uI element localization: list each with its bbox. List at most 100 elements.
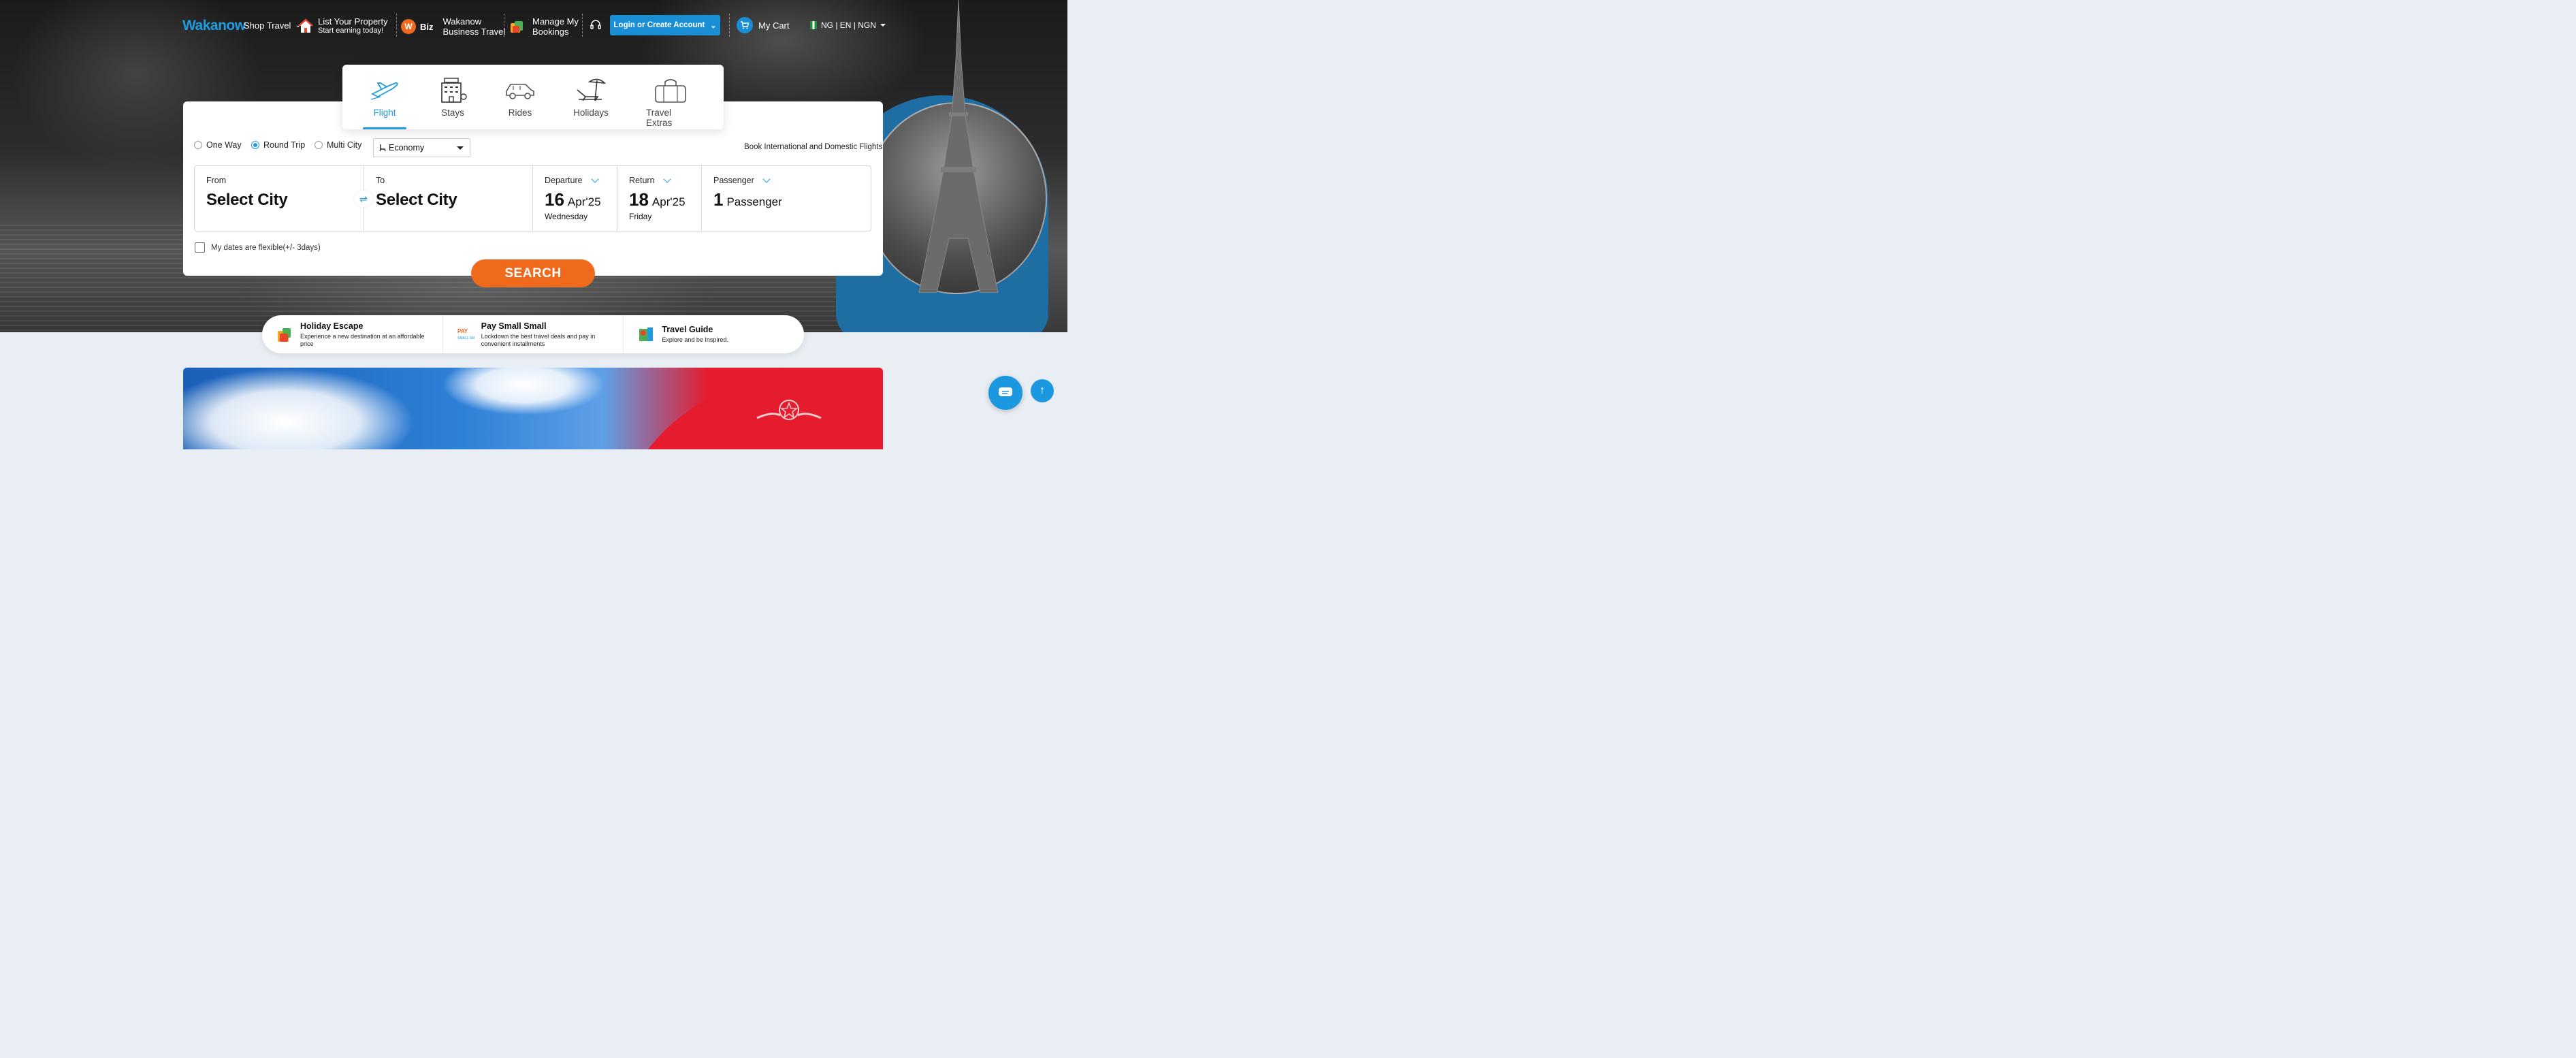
feature-description: Lockdown the best travel deals and pay i…	[481, 332, 596, 347]
passenger-label: Passenger	[713, 176, 754, 185]
support-link[interactable]	[590, 19, 602, 31]
tab-label: Holidays	[573, 108, 609, 118]
feature-pay-small-small[interactable]: PAY SMALL SMALL Pay Small Small Lockdown…	[443, 315, 624, 353]
nav-separator	[729, 14, 730, 37]
caret-down-icon	[880, 24, 886, 27]
cart-link[interactable]: My Cart	[737, 17, 790, 33]
svg-text:SMALL SMALL: SMALL SMALL	[457, 336, 474, 340]
return-weekday: Friday	[629, 212, 652, 221]
chat-button[interactable]	[988, 376, 1023, 410]
trip-type-label: Multi City	[327, 140, 362, 150]
arrow-up-icon: ↑	[1040, 385, 1045, 396]
tab-label: Rides	[508, 108, 532, 118]
trip-type-one-way[interactable]: One Way	[194, 140, 242, 150]
house-icon	[298, 18, 313, 33]
departure-month: Apr'25	[567, 195, 601, 208]
return-month: Apr'25	[651, 195, 686, 208]
feature-title: Pay Small Small	[481, 321, 547, 331]
search-button[interactable]: SEARCH	[471, 259, 595, 287]
checkbox[interactable]	[195, 242, 205, 253]
feature-holiday-escape[interactable]: Holiday Escape Experience a new destinat…	[262, 315, 443, 353]
features-strip: Holiday Escape Experience a new destinat…	[262, 315, 804, 353]
radio-button[interactable]	[194, 141, 202, 149]
luggage-bag-icon	[655, 79, 686, 103]
manage-subtitle: Bookings	[532, 27, 569, 37]
trip-type-label: Round Trip	[263, 140, 306, 150]
biz-badge: Biz	[420, 21, 434, 32]
feature-description: Explore and be Inspired.	[662, 336, 728, 343]
tab-rides[interactable]: Rides	[504, 65, 536, 129]
promo-banner[interactable]	[183, 368, 883, 449]
airline-emblem-icon	[756, 400, 822, 420]
beach-chair-icon	[577, 78, 607, 101]
cart-label: My Cart	[758, 20, 790, 31]
trip-type-label: One Way	[206, 140, 242, 150]
cloud-graphic	[183, 368, 415, 449]
passenger-field[interactable]: Passenger 1 Passenger	[702, 166, 871, 231]
feature-travel-guide[interactable]: Travel Guide Explore and be Inspired.	[624, 315, 804, 353]
search-fields: From Select City To Select City Departur…	[194, 165, 871, 231]
swap-cities-icon[interactable]: ⇌	[354, 191, 373, 207]
tab-flight[interactable]: Flight	[363, 65, 406, 129]
seat-icon	[379, 144, 386, 152]
feature-title: Travel Guide	[662, 325, 713, 334]
to-field[interactable]: To Select City	[364, 166, 533, 231]
shop-travel-menu[interactable]: Shop Travel ⌄	[244, 20, 301, 31]
map-pin-icon	[639, 327, 654, 341]
tab-label: Stays	[441, 108, 464, 118]
departure-day: 16	[545, 189, 564, 210]
manage-bookings-link[interactable]: Manage My Bookings	[509, 16, 579, 37]
car-icon	[506, 84, 534, 99]
radio-button-selected[interactable]	[251, 141, 259, 149]
bookings-bag-icon	[511, 21, 523, 33]
trip-type-multi-city[interactable]: Multi City	[315, 140, 361, 150]
flexible-dates-checkbox[interactable]: My dates are flexible(+/- 3days)	[195, 242, 321, 253]
departure-label: Departure	[545, 176, 583, 185]
business-travel-link[interactable]: W Biz Wakanow Business Travel	[401, 16, 505, 37]
scroll-to-top-button[interactable]: ↑	[1031, 379, 1054, 402]
holiday-bag-icon	[278, 328, 291, 342]
feature-title: Holiday Escape	[300, 321, 364, 331]
flexible-dates-label: My dates are flexible(+/- 3days)	[211, 243, 321, 252]
tab-label: Flight	[373, 108, 396, 118]
tab-holidays[interactable]: Holidays	[573, 65, 609, 129]
return-label: Return	[629, 176, 655, 185]
return-field[interactable]: Return 18 Apr'25 Friday	[617, 166, 702, 231]
pay-small-small-icon: PAY SMALL SMALL	[457, 328, 474, 340]
product-tabs: Flight Stays Rides Holidays Travel Extra…	[342, 65, 724, 129]
locale-selector[interactable]: NG | EN | NGN	[810, 20, 886, 30]
from-label: From	[206, 176, 227, 185]
radio-button[interactable]	[315, 141, 323, 149]
chat-bubble-icon	[999, 387, 1012, 396]
departure-field[interactable]: Departure 16 Apr'25 Wednesday	[533, 166, 617, 231]
feature-description: Experience a new destination at an affor…	[300, 332, 425, 347]
caret-down-icon	[457, 146, 464, 150]
airplane-icon	[370, 82, 398, 100]
locale-label: NG | EN | NGN	[821, 20, 876, 30]
tab-stays[interactable]: Stays	[436, 65, 470, 129]
list-property-title: List Your Property	[318, 16, 388, 27]
chevron-down-icon	[590, 175, 599, 183]
headset-icon	[590, 20, 601, 29]
list-property-link[interactable]: List Your Property Start earning today!	[297, 16, 388, 35]
to-label: To	[376, 176, 385, 185]
cabin-class-select[interactable]: Economy	[373, 138, 470, 157]
list-property-subtitle: Start earning today!	[318, 27, 384, 35]
chevron-down-icon	[662, 175, 671, 183]
hotel-icon	[441, 78, 467, 103]
chevron-down-icon: ⌄	[710, 21, 717, 30]
airline-red-panel	[619, 368, 883, 449]
to-city-value: Select City	[376, 191, 457, 209]
login-button[interactable]: Login or Create Account ⌄	[610, 15, 720, 35]
nav-separator	[582, 14, 583, 37]
cabin-class-value: Economy	[389, 143, 425, 153]
nigeria-flag-icon	[810, 21, 817, 29]
trip-type-round-trip[interactable]: Round Trip	[251, 140, 305, 150]
wakanow-logo[interactable]: Wakanow	[182, 18, 246, 34]
chevron-down-icon	[762, 175, 771, 183]
cart-icon	[737, 17, 753, 33]
tab-travel-extras[interactable]: Travel Extras	[646, 65, 695, 129]
from-field[interactable]: From Select City	[195, 166, 364, 231]
return-day: 18	[629, 189, 649, 210]
business-title: Wakanow	[442, 16, 482, 27]
